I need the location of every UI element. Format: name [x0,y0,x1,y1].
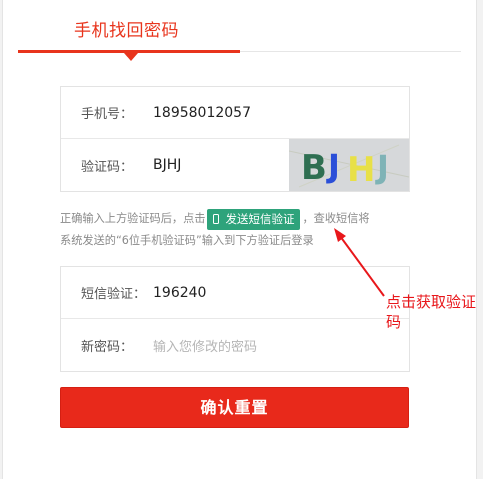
annotation-text: 点击获取验证码 [386,293,477,331]
annotation-arrow-icon [334,228,385,297]
